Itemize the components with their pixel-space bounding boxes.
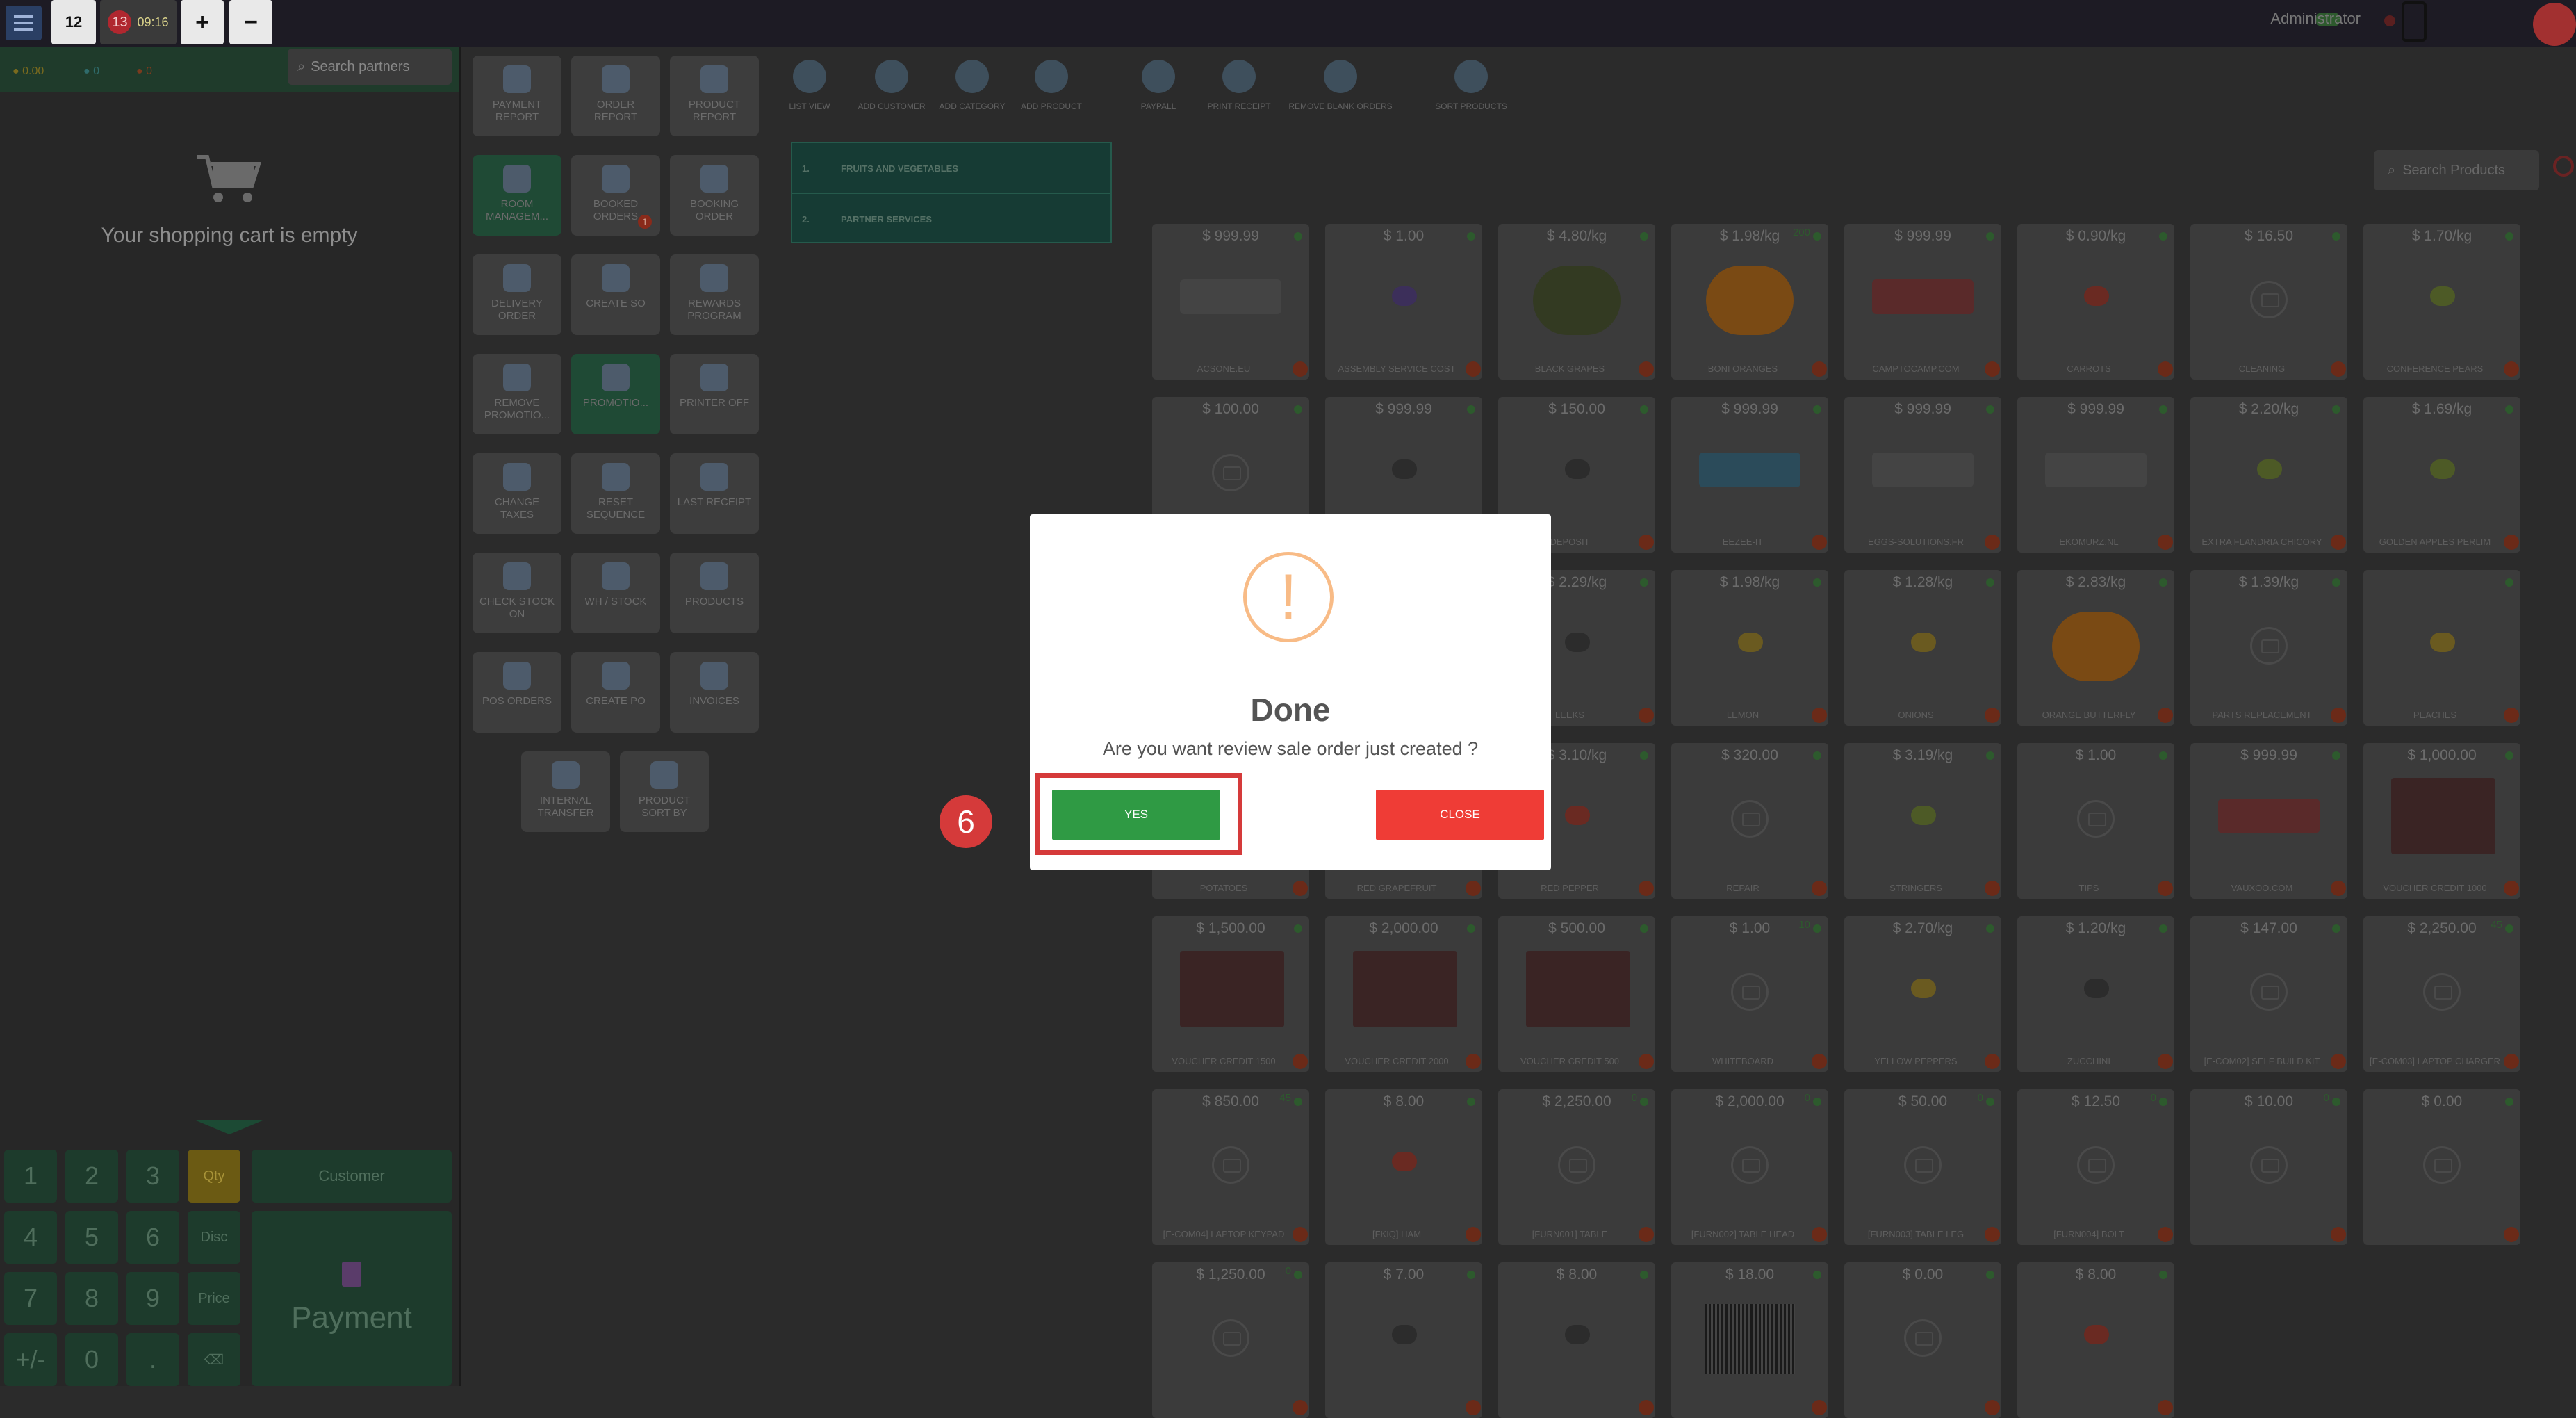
dialog-title: Done	[1250, 692, 1331, 728]
remove-product-icon[interactable]	[1639, 1400, 1654, 1415]
remove-product-icon[interactable]	[1293, 1400, 1308, 1415]
close-button[interactable]: CLOSE	[1376, 790, 1544, 840]
warning-icon: !	[1243, 552, 1334, 642]
remove-product-icon[interactable]	[1812, 1400, 1827, 1415]
highlight-box	[1035, 773, 1242, 855]
remove-product-icon[interactable]	[1466, 1400, 1481, 1415]
dialog-message: Are you want review sale order just crea…	[1102, 738, 1479, 759]
remove-product-icon[interactable]	[2158, 1400, 2173, 1415]
remove-product-icon[interactable]	[1985, 1400, 2000, 1415]
step-badge: 6	[940, 795, 992, 848]
